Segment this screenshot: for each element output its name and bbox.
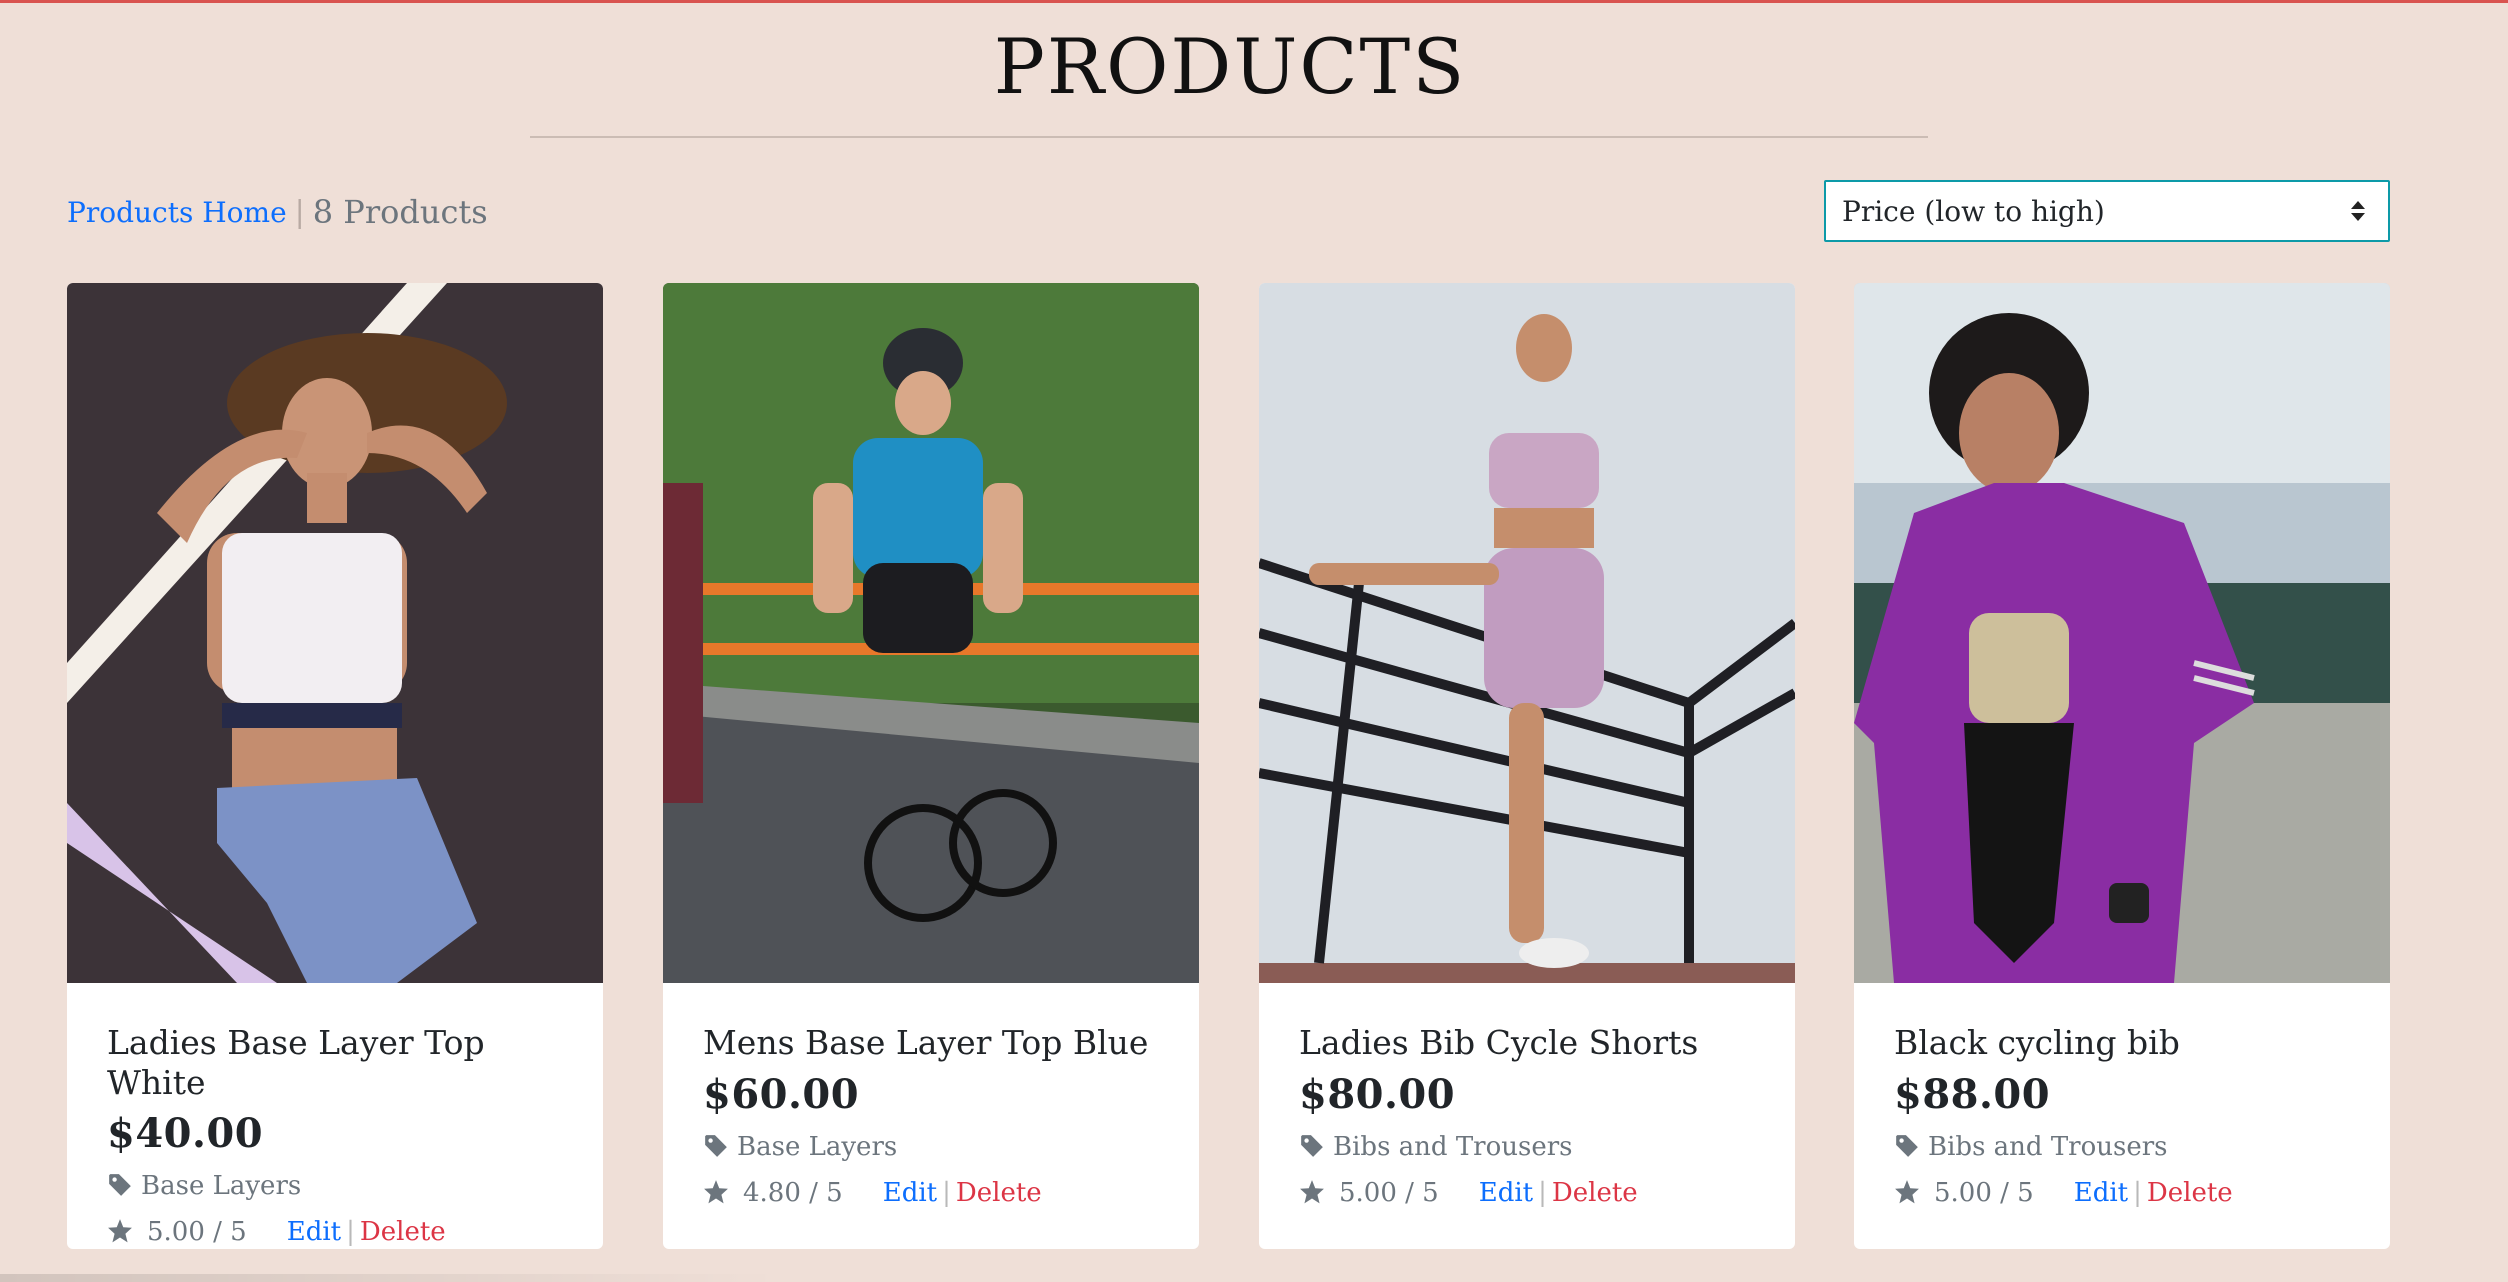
product-name[interactable]: Ladies Base Layer Top White [107, 1023, 583, 1102]
star-icon [1299, 1179, 1327, 1207]
category-label: Base Layers [737, 1131, 898, 1162]
product-image[interactable] [1259, 283, 1795, 983]
tag-icon [107, 1172, 135, 1200]
tag-icon [703, 1133, 731, 1161]
product-price: $40.00 [107, 1110, 264, 1158]
action-separator: | [942, 1177, 951, 1208]
delete-link[interactable]: Delete [360, 1217, 446, 1247]
category-label: Base Layers [141, 1171, 302, 1202]
edit-link[interactable]: Edit [1479, 1178, 1533, 1208]
product-name[interactable]: Mens Base Layer Top Blue [703, 1023, 1179, 1063]
page-title: PRODUCTS [993, 22, 1467, 111]
product-price: $80.00 [1299, 1070, 1456, 1118]
product-card: Ladies Base Layer Top White $40.00 Base … [67, 283, 603, 1249]
product-card: Black cycling bib $88.00 Bibs and Trouse… [1854, 283, 2390, 1249]
products-home-link[interactable]: Products Home [67, 196, 287, 229]
product-card: Mens Base Layer Top Blue $60.00 Base Lay… [663, 283, 1199, 1249]
sort-select-value: Price (low to high) [1842, 194, 2105, 228]
product-meta: 5.00 / 5 Edit | Delete [1299, 1178, 1775, 1208]
edit-link[interactable]: Edit [2074, 1178, 2128, 1208]
product-category[interactable]: Base Layers [703, 1132, 1179, 1162]
product-meta: 5.00 / 5 Edit | Delete [1894, 1178, 2370, 1208]
star-icon [1894, 1179, 1922, 1207]
product-image[interactable] [67, 283, 603, 983]
product-rating: 5.00 / 5 [147, 1217, 247, 1248]
product-name[interactable]: Black cycling bib [1894, 1023, 2370, 1063]
star-icon [703, 1179, 731, 1207]
breadcrumb: Products Home | 8 Products [67, 187, 488, 237]
product-image[interactable] [663, 283, 1199, 983]
action-separator: | [2133, 1177, 2142, 1208]
breadcrumb-separator: | [294, 194, 305, 230]
product-meta: 4.80 / 5 Edit | Delete [703, 1178, 1179, 1208]
product-category[interactable]: Bibs and Trousers [1299, 1132, 1775, 1162]
edit-link[interactable]: Edit [287, 1217, 341, 1247]
sort-arrows-icon [2350, 200, 2366, 222]
category-label: Bibs and Trousers [1333, 1131, 1573, 1162]
product-name[interactable]: Ladies Bib Cycle Shorts [1299, 1023, 1775, 1063]
action-separator: | [1538, 1177, 1547, 1208]
product-price: $60.00 [703, 1070, 860, 1118]
product-count: 8 Products [312, 193, 488, 231]
delete-link[interactable]: Delete [1552, 1178, 1638, 1208]
product-category[interactable]: Base Layers [107, 1171, 583, 1201]
product-rating: 5.00 / 5 [1339, 1177, 1439, 1208]
product-image[interactable] [1854, 283, 2390, 983]
tag-icon [1894, 1133, 1922, 1161]
top-accent-line [0, 0, 2508, 3]
product-card: Ladies Bib Cycle Shorts $80.00 Bibs and … [1259, 283, 1795, 1249]
category-label: Bibs and Trousers [1928, 1131, 2168, 1162]
action-separator: | [346, 1217, 355, 1248]
tag-icon [1299, 1133, 1327, 1161]
sort-select[interactable]: Price (low to high) [1824, 180, 2390, 242]
product-meta: 5.00 / 5 Edit | Delete [107, 1217, 583, 1247]
title-divider [530, 136, 1928, 138]
edit-link[interactable]: Edit [883, 1178, 937, 1208]
delete-link[interactable]: Delete [956, 1178, 1042, 1208]
star-icon [107, 1218, 135, 1246]
product-category[interactable]: Bibs and Trousers [1894, 1132, 2370, 1162]
bottom-shadow [0, 1274, 780, 1282]
delete-link[interactable]: Delete [2147, 1178, 2233, 1208]
product-rating: 5.00 / 5 [1934, 1177, 2034, 1208]
product-price: $88.00 [1894, 1070, 2051, 1118]
product-rating: 4.80 / 5 [743, 1177, 843, 1208]
